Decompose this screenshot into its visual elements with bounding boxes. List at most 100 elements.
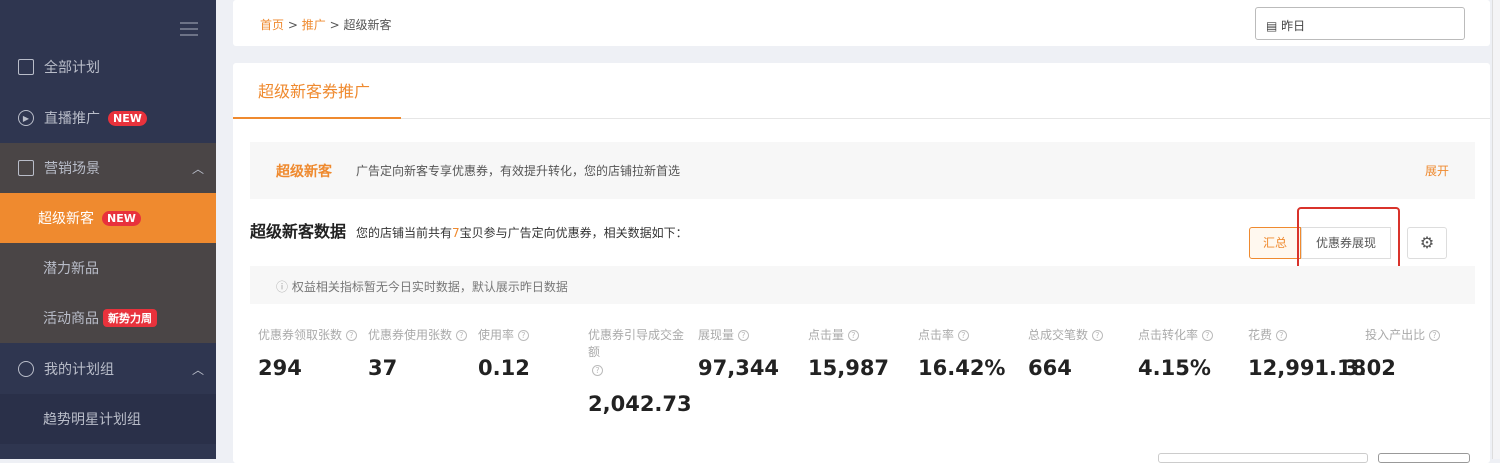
metric-label: 优惠券使用张数 bbox=[368, 328, 453, 342]
expand-link[interactable]: 展开 bbox=[1425, 162, 1449, 179]
settings-gear-icon[interactable]: ⚙ bbox=[1407, 227, 1447, 259]
intro-banner: 超级新客 广告定向新客专享优惠券，有效提升转化，您的店铺拉新首选 展开 bbox=[250, 142, 1475, 199]
metric-label: 使用率 bbox=[478, 328, 515, 342]
help-icon[interactable]: ? bbox=[345, 330, 357, 341]
breadcrumb: 首页 > 推广 > 超级新客 bbox=[260, 16, 391, 33]
metric: 点击转化率 ? 4.15% bbox=[1138, 327, 1248, 380]
help-icon[interactable]: ? bbox=[957, 330, 969, 341]
help-icon[interactable]: ? bbox=[1091, 330, 1103, 341]
date-picker[interactable]: ▤ 昨日 bbox=[1255, 7, 1465, 40]
metric: 优惠券领取张数 ? 294 bbox=[258, 327, 368, 380]
metric: 花费 ? 12,991.18 bbox=[1248, 327, 1367, 380]
metric-value: 97,344 bbox=[698, 356, 780, 380]
chevron-up-icon: ︿ bbox=[191, 362, 204, 377]
help-icon[interactable]: ? bbox=[455, 330, 467, 341]
sidebar: 全部计划 ▶ 直播推广 NEW 营销场景 ︿ 超级新客 NEW 潜力新品 活动商品 新势力… bbox=[0, 0, 216, 459]
metric-label: 点击率 bbox=[918, 328, 955, 342]
date-value: 昨日 bbox=[1281, 19, 1306, 33]
metric-label: 优惠券领取张数 bbox=[258, 328, 343, 342]
metric-label: 展现量 bbox=[698, 328, 735, 342]
sidebar-item-activity[interactable]: 活动商品 新势力周 bbox=[0, 293, 216, 343]
crumb-promo[interactable]: 推广 bbox=[302, 18, 326, 32]
sep: > bbox=[287, 18, 298, 32]
label: 我的计划组 bbox=[44, 362, 114, 378]
help-icon[interactable]: ? bbox=[517, 330, 529, 341]
sidebar-item-groups[interactable]: 我的计划组 ︿ bbox=[0, 344, 216, 394]
document-icon bbox=[18, 160, 34, 176]
help-icon[interactable]: ? bbox=[847, 330, 859, 341]
info-icon: ⓘ bbox=[276, 280, 289, 294]
metric-value: 16.42% bbox=[918, 356, 1006, 380]
highlight-box bbox=[1297, 207, 1400, 275]
sidebar-item-super-new[interactable]: 超级新客 NEW bbox=[0, 193, 216, 243]
metric-value: 37 bbox=[368, 356, 398, 380]
help-icon[interactable]: ? bbox=[1275, 330, 1287, 341]
notice-text: 权益相关指标暂无今日实时数据，默认展示昨日数据 bbox=[291, 280, 568, 294]
scrollbar[interactable] bbox=[1492, 0, 1500, 459]
crumb-home[interactable]: 首页 bbox=[260, 18, 284, 32]
label: 趋势明星计划组 bbox=[43, 412, 141, 428]
metric: 总成交笔数 ? 664 bbox=[1028, 327, 1138, 380]
section-title: 超级新客数据 bbox=[250, 222, 347, 241]
label: 直播推广 bbox=[44, 111, 100, 127]
user-icon bbox=[18, 361, 34, 377]
help-icon[interactable]: ? bbox=[1201, 330, 1213, 341]
metric: 投入产出比 ? 3.02 bbox=[1344, 327, 1440, 380]
section-header: 超级新客数据 您的店铺当前共有7宝贝参与广告定向优惠券，相关数据如下： bbox=[250, 218, 688, 242]
item-count: 7 bbox=[452, 226, 460, 240]
metric-value: 294 bbox=[258, 356, 302, 380]
tab-divider bbox=[233, 118, 1490, 119]
help-icon[interactable]: ? bbox=[737, 330, 749, 341]
collapse-menu-icon[interactable] bbox=[180, 22, 198, 36]
week-badge: 新势力周 bbox=[103, 309, 157, 327]
plan-icon bbox=[18, 59, 34, 75]
desc: 您的店铺当前共有 bbox=[356, 226, 453, 240]
metric: 展现量 ? 97,344 bbox=[698, 327, 808, 380]
summary-button[interactable]: 汇总 bbox=[1249, 227, 1301, 259]
label: 超级新客 bbox=[38, 211, 94, 227]
metric: 优惠券使用张数 ? 37 bbox=[368, 327, 478, 380]
metric: 使用率 ? 0.12 bbox=[478, 327, 588, 380]
crumb-current: 超级新客 bbox=[343, 18, 392, 32]
metric-label: 投入产出比 bbox=[1365, 328, 1426, 342]
calendar-icon: ▤ bbox=[1266, 19, 1278, 33]
label: 活动商品 bbox=[43, 311, 99, 327]
help-icon[interactable]: ? bbox=[1429, 330, 1440, 341]
bottom-input[interactable] bbox=[1158, 453, 1368, 463]
sep: > bbox=[329, 18, 340, 32]
banner-desc: 广告定向新客专享优惠券，有效提升转化，您的店铺拉新首选 bbox=[356, 164, 681, 178]
metric-value: 664 bbox=[1028, 356, 1072, 380]
sidebar-item-all-plans[interactable]: 全部计划 bbox=[0, 42, 216, 92]
metric-value: 4.15% bbox=[1138, 356, 1211, 380]
metric: 点击率 ? 16.42% bbox=[918, 327, 1028, 380]
metric-label: 花费 bbox=[1248, 328, 1273, 342]
new-badge: NEW bbox=[108, 110, 147, 126]
metric: 优惠券引导成交金额? 2,042.73 bbox=[588, 327, 693, 416]
sidebar-item-live[interactable]: ▶ 直播推广 NEW bbox=[0, 93, 216, 143]
new-badge: NEW bbox=[102, 210, 141, 226]
metric-label: 总成交笔数 bbox=[1028, 328, 1089, 342]
label: 营销场景 bbox=[44, 161, 100, 177]
label: 潜力新品 bbox=[43, 261, 99, 277]
metric-value: 12,991.18 bbox=[1248, 356, 1367, 380]
metric-label: 点击量 bbox=[808, 328, 845, 342]
banner-title: 超级新客 bbox=[276, 163, 332, 180]
metric-value: 15,987 bbox=[808, 356, 890, 380]
metric-value: 3.02 bbox=[1344, 356, 1396, 380]
sidebar-item-trend[interactable]: 趋势明星计划组 bbox=[0, 394, 216, 444]
chevron-up-icon: ︿ bbox=[191, 161, 204, 176]
play-icon: ▶ bbox=[18, 110, 34, 126]
tab-super-new-coupon[interactable]: 超级新客券推广 bbox=[233, 78, 401, 119]
sidebar-item-marketing[interactable]: 营销场景 ︿ bbox=[0, 143, 216, 193]
bottom-button[interactable] bbox=[1378, 453, 1470, 463]
metric: 点击量 ? 15,987 bbox=[808, 327, 918, 380]
main-card: 超级新客券推广 超级新客 广告定向新客专享优惠券，有效提升转化，您的店铺拉新首选… bbox=[233, 63, 1490, 463]
help-icon[interactable]: ? bbox=[592, 365, 603, 376]
metric-value: 2,042.73 bbox=[588, 392, 692, 416]
metric-value: 0.12 bbox=[478, 356, 530, 380]
desc: 宝贝参与广告定向优惠券，相关数据如下： bbox=[459, 226, 688, 240]
sidebar-item-potential[interactable]: 潜力新品 bbox=[0, 243, 216, 293]
metric-label: 优惠券引导成交金额 bbox=[588, 328, 685, 359]
notice-bar: ⓘ 权益相关指标暂无今日实时数据，默认展示昨日数据 bbox=[250, 266, 1475, 304]
metric-label: 点击转化率 bbox=[1138, 328, 1199, 342]
